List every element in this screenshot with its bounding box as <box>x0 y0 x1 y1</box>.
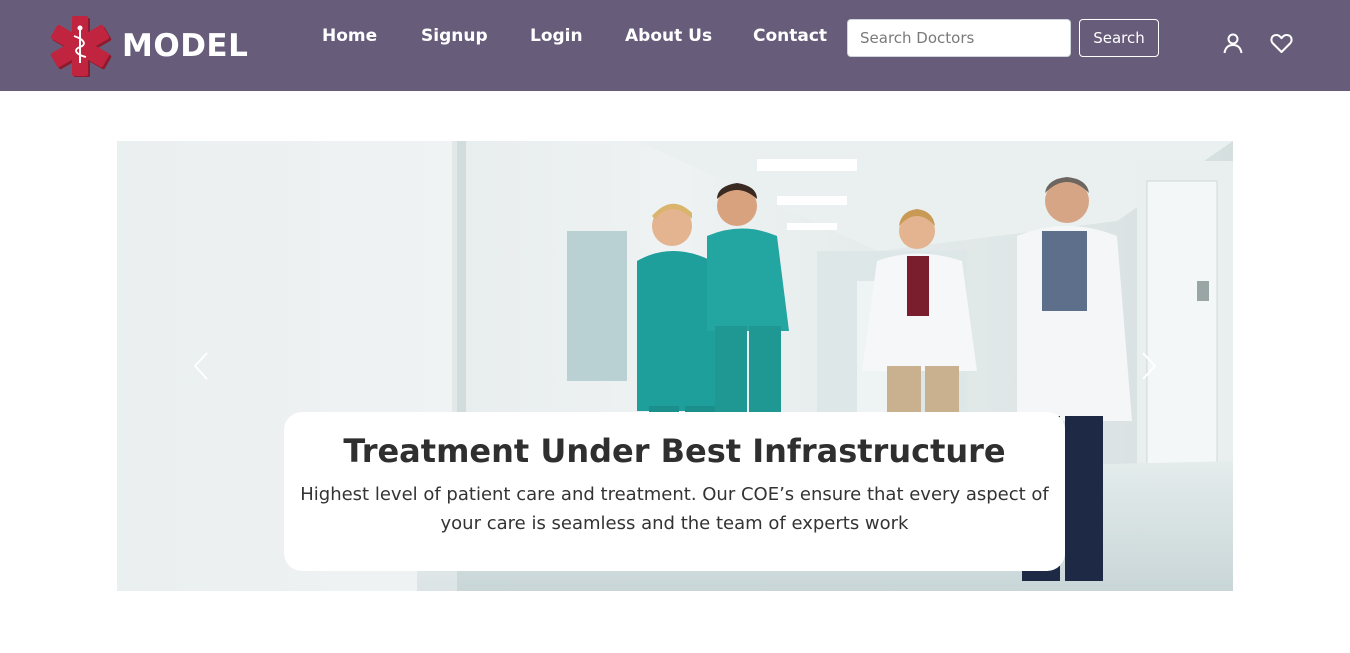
nav-login[interactable]: Login <box>530 26 583 46</box>
caption-text: Highest level of patient care and treatm… <box>300 484 1049 534</box>
navbar: MODEL Home Signup Login About Us Contact… <box>0 0 1350 91</box>
caption-title: Treatment Under Best Infrastructure <box>343 432 1006 470</box>
nav-about-us[interactable]: About Us <box>625 26 712 46</box>
search-button[interactable]: Search <box>1079 19 1159 57</box>
hero-carousel: Treatment Under Best Infrastructure High… <box>117 141 1233 591</box>
chevron-right-icon[interactable] <box>1129 341 1169 391</box>
heart-icon[interactable] <box>1269 31 1294 55</box>
nav-home[interactable]: Home <box>322 26 377 46</box>
chevron-left-icon[interactable] <box>181 341 221 391</box>
nav-contact[interactable]: Contact <box>753 26 827 46</box>
nav-signup[interactable]: Signup <box>421 26 488 46</box>
brand[interactable]: MODEL <box>40 14 248 78</box>
medical-star-logo-icon <box>50 16 112 77</box>
brand-name: MODEL <box>122 28 249 64</box>
user-icon[interactable] <box>1221 31 1245 55</box>
search-doctors-input[interactable] <box>847 19 1071 57</box>
carousel-caption: Treatment Under Best Infrastructure High… <box>284 412 1065 571</box>
